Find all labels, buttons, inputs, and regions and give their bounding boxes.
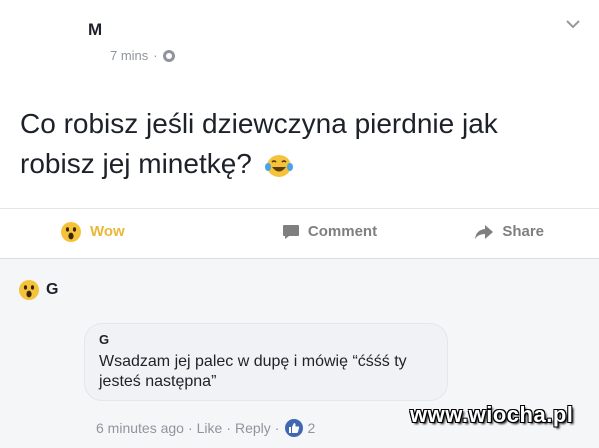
share-button[interactable]: Share: [419, 223, 599, 240]
chevron-down-icon[interactable]: [565, 16, 581, 32]
wow-emoji-icon: [61, 221, 81, 242]
avatar[interactable]: [20, 0, 76, 64]
meta-dot: ·: [226, 420, 231, 436]
comment-label: Comment: [307, 223, 378, 240]
like-link[interactable]: Like: [197, 420, 223, 436]
meta-separator: ·: [153, 48, 158, 63]
share-label: Share: [502, 223, 545, 240]
like-count[interactable]: 2: [307, 420, 315, 436]
wow-reaction-button[interactable]: Wow: [0, 221, 240, 243]
laughing-tears-emoji-icon: [264, 154, 293, 177]
meta-dot: ·: [274, 420, 280, 436]
post-text: Co robisz jeśli dziewczyna pierdnie jak …: [20, 104, 560, 184]
reactor-name[interactable]: G: [46, 281, 58, 299]
post-card: M 7 mins · Co robisz jeśli dziewczyna pi…: [0, 0, 599, 258]
reaction-summary[interactable]: G: [18, 279, 58, 301]
comment-time[interactable]: 6 minutes ago: [96, 420, 184, 436]
wow-label: Wow: [90, 223, 125, 240]
post-text-body: Co robisz jeśli dziewczyna pierdnie jak …: [20, 108, 498, 179]
like-icon[interactable]: [285, 419, 304, 437]
meta-dot: ·: [187, 420, 193, 436]
comment-meta: 6 minutes ago · Like · Reply · 2: [96, 419, 315, 437]
post-time[interactable]: 7 mins: [110, 48, 148, 63]
watermark: www.wiocha.pl: [410, 402, 574, 427]
comment-author[interactable]: G: [99, 332, 433, 347]
comment-button[interactable]: Comment: [240, 223, 420, 240]
post-author[interactable]: M: [88, 20, 102, 40]
reply-link[interactable]: Reply: [235, 420, 271, 436]
post-meta: 7 mins ·: [110, 48, 175, 63]
share-arrow-icon: [475, 224, 494, 239]
comment-icon: [282, 224, 299, 239]
globe-icon: [162, 49, 175, 62]
comment-text: Wsadzam jej palec w dupę i mówię “ćśśś t…: [99, 353, 407, 390]
post-header: M 7 mins ·: [20, 0, 420, 70]
post-action-bar: Wow Comment Share: [0, 208, 599, 254]
wow-emoji-icon: [19, 280, 39, 300]
comment-bubble: G Wsadzam jej palec w dupę i mówię “ćśśś…: [84, 323, 448, 401]
